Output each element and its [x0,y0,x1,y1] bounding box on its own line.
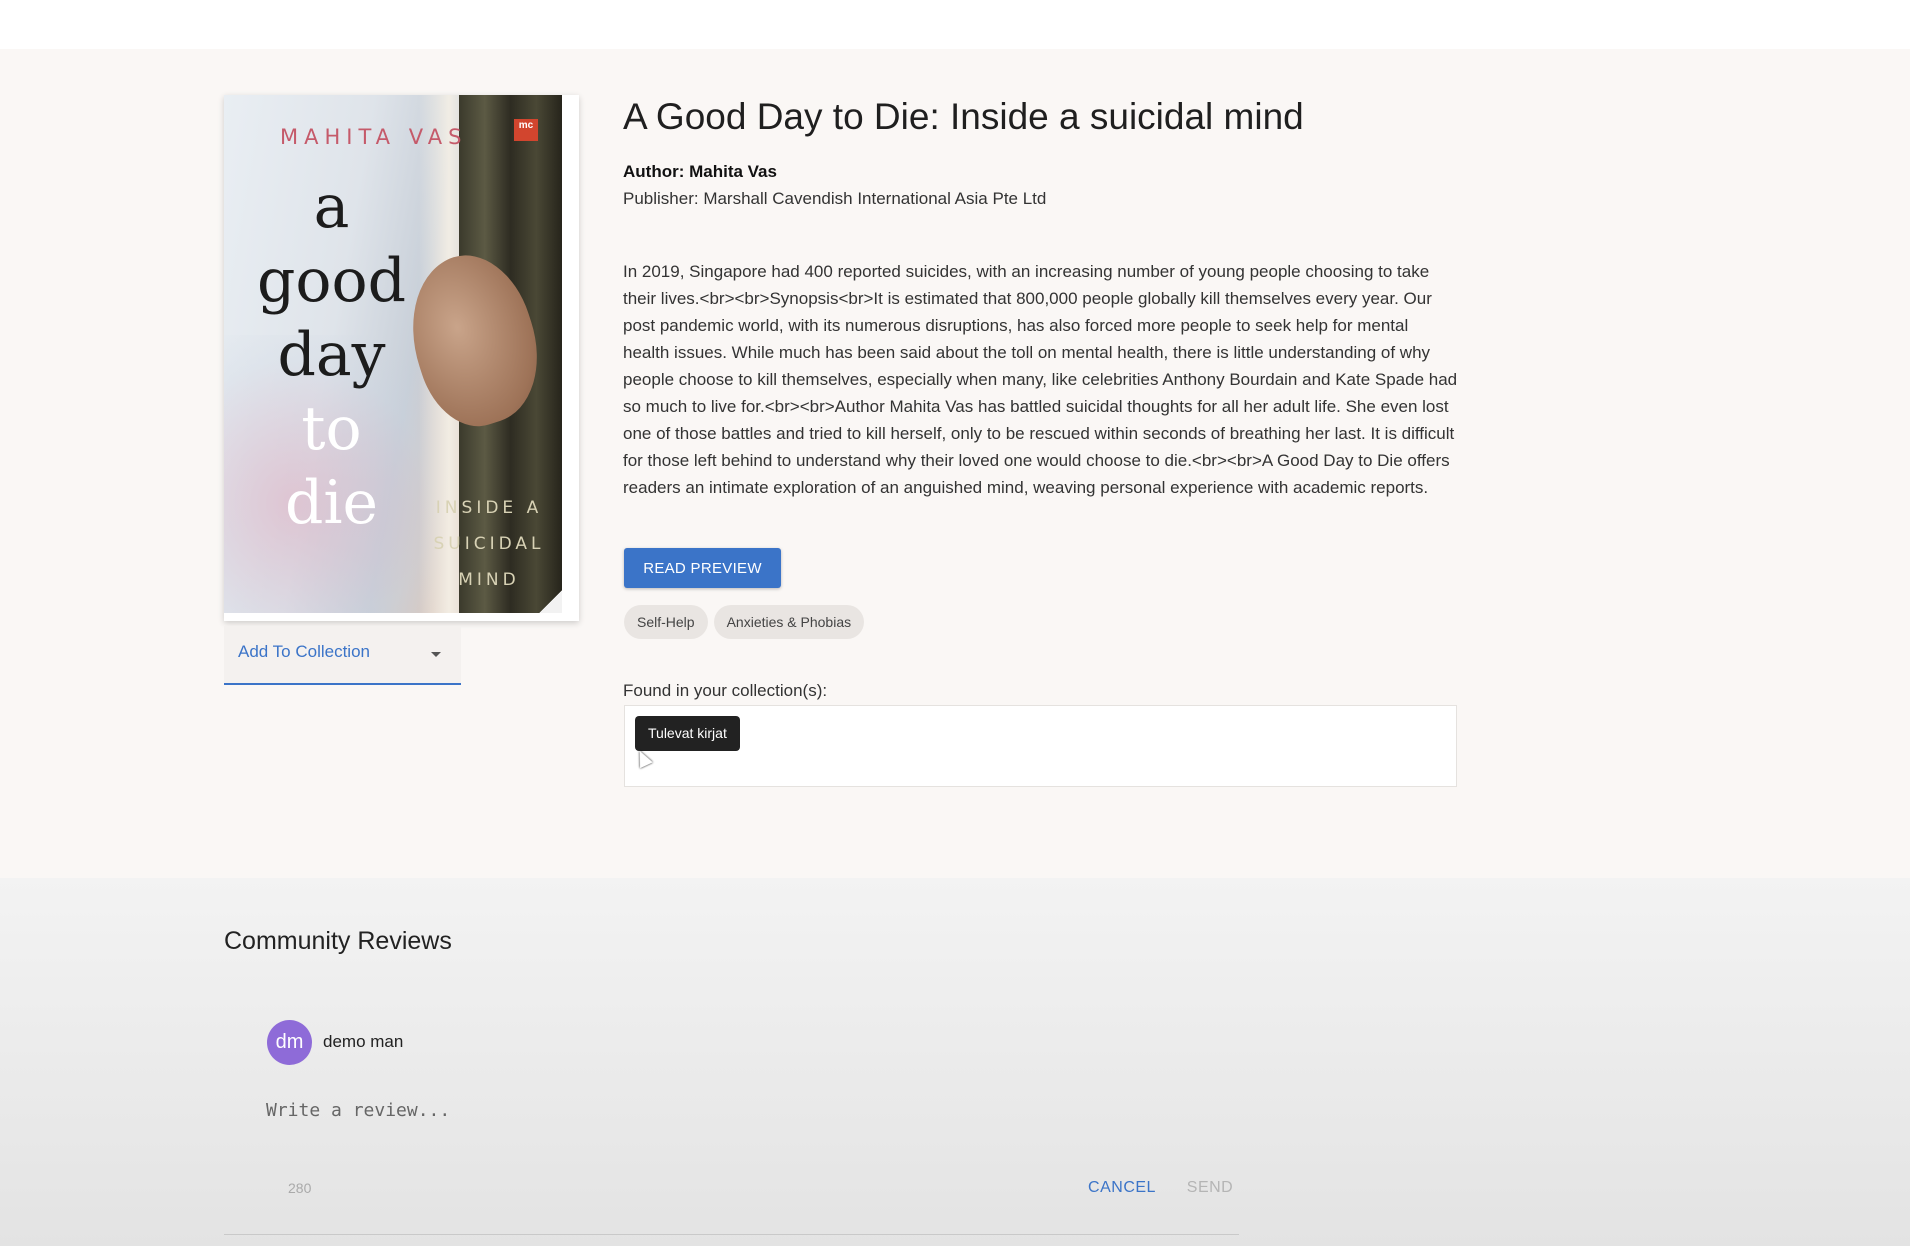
cancel-button[interactable]: CANCEL [1080,1173,1164,1203]
cover-title-word: to [301,394,362,464]
cover-subtitle-line: INSIDE A [435,498,543,518]
cover-title-word: a [313,172,350,242]
cover-title-word: day [277,320,386,390]
cover-subtitle-line: SUICIDAL [433,534,545,554]
book-publisher: Publisher: Marshall Cavendish Internatio… [623,189,1047,208]
genre-tag[interactable]: Self-Help [624,605,708,639]
cover-subtitle-line: MIND [458,570,520,590]
add-to-collection-label: Add To Collection [238,642,370,661]
cover-title-word: die [284,468,379,538]
book-description: In 2019, Singapore had 400 reported suic… [623,262,1458,497]
publisher-logo: mc [514,119,538,141]
character-counter: 280 [288,1180,312,1196]
chevron-down-icon [431,652,441,657]
book-cover-art: MAHITA VAS mc a good day to die INSIDE A… [224,95,562,613]
avatar: dm [267,1020,312,1065]
cover-author: MAHITA VAS [280,125,468,149]
collections-box: Tulevat kirjat [624,705,1457,787]
page-curl [539,585,562,613]
cover-subtitle: INSIDE A SUICIDAL MIND [419,490,559,598]
reviewer-name: demo man [323,1032,404,1051]
top-bar [0,0,1910,49]
book-cover: MAHITA VAS mc a good day to die INSIDE A… [224,95,579,621]
book-author: Author: Mahita Vas [623,162,777,181]
review-divider [224,1234,1239,1235]
book-title: A Good Day to Die: Inside a suicidal min… [623,96,1304,137]
found-in-collections-label: Found in your collection(s): [623,681,828,700]
send-button[interactable]: SEND [1180,1173,1240,1203]
add-to-collection-dropdown[interactable]: Add To Collection [224,626,461,685]
review-input[interactable] [266,1090,1236,1130]
genre-tag[interactable]: Anxieties & Phobias [713,605,865,639]
read-preview-button[interactable]: READ PREVIEW [624,548,781,588]
cover-title: a good day to die [244,170,419,540]
cover-title-word: good [256,246,407,316]
community-reviews-title: Community Reviews [224,927,452,955]
collection-chip[interactable]: Tulevat kirjat [635,716,740,751]
genre-tags: Self-Help Anxieties & Phobias [624,605,865,639]
